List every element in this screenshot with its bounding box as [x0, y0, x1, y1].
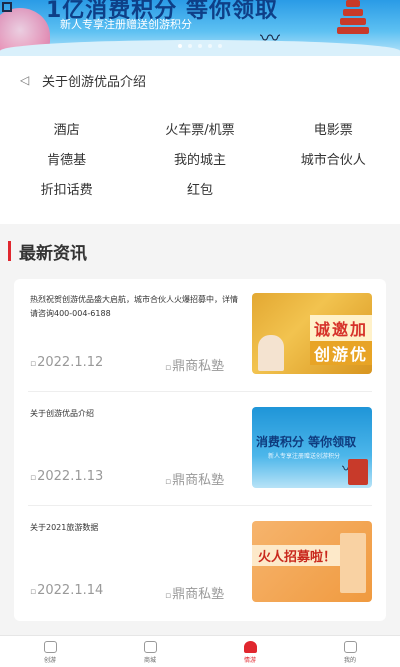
news-item[interactable]: 热烈祝贺创游优品盛大启航，城市合伙人火爆招募中，详情请咨询400-004-618…	[28, 293, 372, 392]
qr-scan-icon[interactable]	[2, 2, 12, 12]
carousel-indicator[interactable]	[0, 44, 400, 48]
tab-label: 创游	[43, 656, 56, 664]
notice-bar[interactable]: ◁ 关于创游优品介绍	[0, 66, 400, 94]
news-thumbnail[interactable]: 诚邀加 创游优	[252, 293, 372, 374]
divider	[28, 505, 372, 506]
news-item[interactable]: 关于2021旅游数据 2022.1.14 鼎商私塾 火人招募啦！	[28, 521, 372, 605]
news-source: 鼎商私塾	[165, 469, 224, 488]
thumb-text: 消费积分 等你领取	[256, 435, 357, 449]
section-accent-bar	[8, 241, 11, 261]
service-red-packet[interactable]: 红包	[133, 179, 266, 198]
news-source: 鼎商私塾	[165, 583, 224, 602]
news-item[interactable]: 关于创游优品介绍 2022.1.13 鼎商私塾 消费积分 等你领取 新人专享注册…	[28, 407, 372, 506]
news-date: 2022.1.14	[30, 583, 103, 598]
divider	[28, 391, 372, 392]
news-title[interactable]: 关于创游优品介绍	[30, 407, 240, 421]
thumb-text: 诚邀加	[309, 315, 372, 341]
notice-text[interactable]: 关于创游优品介绍	[40, 71, 146, 90]
tab-profile[interactable]: 我的	[300, 636, 400, 667]
bottom-tab-bar: 创游 商城 情游 我的	[0, 635, 400, 667]
section-header: 最新资讯	[8, 240, 87, 264]
service-my-city[interactable]: 我的城主	[133, 149, 266, 168]
news-title[interactable]: 热烈祝贺创游优品盛大启航，城市合伙人火爆招募中，详情请咨询400-004-618…	[30, 293, 240, 321]
carousel-dot[interactable]	[218, 44, 222, 48]
carousel-dot[interactable]	[198, 44, 202, 48]
service-train-flight[interactable]: 火车票/机票	[133, 119, 266, 138]
profile-icon	[343, 640, 357, 653]
thumb-text: 创游优	[309, 341, 372, 365]
news-source: 鼎商私塾	[165, 355, 224, 374]
window-illustration	[340, 533, 366, 593]
mall-icon	[143, 640, 157, 653]
service-grid: 酒店 火车票/机票 电影票 肯德基 我的城主 城市合伙人 折扣话费 红包	[0, 113, 400, 203]
promo-banner[interactable]: 1亿消费积分 等你领取 新人专享注册赠送创游积分 〰	[0, 0, 400, 56]
service-kfc[interactable]: 肯德基	[0, 149, 133, 168]
news-date: 2022.1.13	[30, 469, 103, 484]
section-title: 最新资讯	[19, 243, 87, 264]
tab-mall[interactable]: 商城	[100, 636, 200, 667]
travel-icon	[243, 640, 257, 653]
service-movie[interactable]: 电影票	[267, 119, 400, 138]
banner-wave	[0, 40, 400, 56]
news-thumbnail[interactable]: 火人招募啦！	[252, 521, 372, 602]
news-date: 2022.1.12	[30, 355, 103, 370]
carousel-dot[interactable]	[208, 44, 212, 48]
carousel-dot[interactable]	[188, 44, 192, 48]
tab-home[interactable]: 创游	[0, 636, 100, 667]
home-icon	[43, 640, 57, 653]
tab-label: 商城	[143, 656, 156, 664]
service-phone-topup[interactable]: 折扣话费	[0, 179, 133, 198]
tab-travel[interactable]: 情游	[200, 636, 300, 667]
thumb-text: 新人专享注册赠送创游积分	[268, 453, 341, 460]
news-title[interactable]: 关于2021旅游数据	[30, 521, 240, 535]
pagoda-illustration	[348, 459, 368, 485]
banner-subtitle: 新人专享注册赠送创游积分	[60, 18, 192, 31]
news-card: 热烈祝贺创游优品盛大启航，城市合伙人火爆招募中，详情请咨询400-004-618…	[14, 279, 386, 621]
tab-label: 情游	[243, 656, 256, 664]
speaker-icon: ◁	[20, 73, 30, 87]
news-thumbnail[interactable]: 消费积分 等你领取 新人专享注册赠送创游积分 〰	[252, 407, 372, 488]
tab-label: 我的	[343, 656, 356, 664]
person-figure	[258, 335, 284, 371]
service-hotel[interactable]: 酒店	[0, 119, 133, 138]
service-city-partner[interactable]: 城市合伙人	[267, 149, 400, 168]
thumb-text: 火人招募啦！	[252, 545, 343, 566]
carousel-dot[interactable]	[178, 44, 182, 48]
